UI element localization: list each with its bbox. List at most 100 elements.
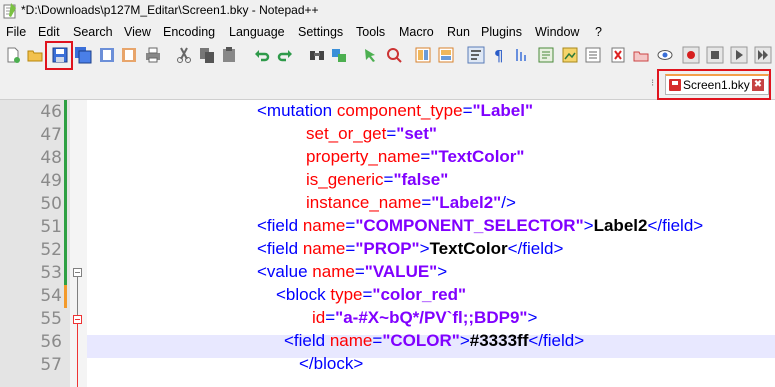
code-line[interactable]: <field name="PROP">TextColor</field>	[257, 239, 563, 259]
code-token-attr: instance_name	[306, 193, 422, 212]
code-line[interactable]: <field name="COMPONENT_SELECTOR">Label2<…	[257, 216, 703, 236]
line-number: 56	[40, 332, 62, 352]
code-line[interactable]: is_generic="false"	[306, 170, 448, 190]
play-macro-icon[interactable]	[730, 46, 748, 64]
toolbar: ¶	[0, 42, 775, 70]
word-wrap-icon[interactable]	[467, 46, 485, 64]
stop-macro-icon[interactable]	[706, 46, 724, 64]
code-token-sym: =	[362, 285, 373, 304]
fold-toggle-icon[interactable]	[73, 268, 82, 277]
code-token-txt: #3333ff	[469, 331, 529, 350]
menu-plugins[interactable]: Plugins	[481, 25, 522, 39]
sync-horizontal-icon[interactable]	[437, 46, 455, 64]
code-token-val: "PROP"	[355, 239, 420, 258]
zoom-in-icon[interactable]	[362, 46, 380, 64]
redo-icon[interactable]	[276, 46, 294, 64]
code-token-tag: </field>	[528, 331, 585, 350]
code-token-sym: =	[372, 331, 383, 350]
code-line[interactable]: set_or_get="set"	[306, 124, 437, 144]
code-token-sym: =	[420, 147, 431, 166]
play-macro-multiple-icon[interactable]	[754, 46, 772, 64]
language-icon[interactable]	[537, 46, 555, 64]
code-line[interactable]: </block>	[299, 354, 363, 374]
menu-file[interactable]: File	[6, 25, 26, 39]
code-line[interactable]: id="a-#X~bQ*/PV`fl;;BDP9">	[312, 308, 537, 328]
code-token-attr: type	[330, 285, 363, 304]
menu-run[interactable]: Run	[447, 25, 470, 39]
zoom-out-icon[interactable]	[385, 46, 403, 64]
code-token-tag: </field>	[647, 216, 704, 235]
code-token-sym: =	[421, 193, 432, 212]
line-number: 55	[40, 309, 62, 329]
indent-guide-icon[interactable]	[513, 46, 531, 64]
eye-icon[interactable]	[656, 46, 674, 64]
print-icon[interactable]	[144, 46, 162, 64]
code-token-attr: set_or_get	[306, 124, 387, 143]
menu-bar: File Edit Search View Encoding Language …	[0, 22, 775, 42]
menu-settings[interactable]: Settings	[298, 25, 343, 39]
undo-icon[interactable]	[253, 46, 271, 64]
close-all-icon[interactable]	[120, 46, 138, 64]
replace-icon[interactable]	[330, 46, 348, 64]
window-title: *D:\Downloads\p127M_Editar\Screen1.bky -…	[21, 3, 319, 17]
code-token-txt: TextColor	[429, 239, 508, 258]
menu-edit[interactable]: Edit	[38, 25, 60, 39]
unsaved-change-bar	[64, 285, 67, 308]
code-token-tag: >	[437, 262, 448, 281]
code-token-tag: <field	[284, 331, 330, 350]
monitoring-icon[interactable]	[632, 46, 650, 64]
menu-language[interactable]: Language	[229, 25, 285, 39]
save-all-icon[interactable]	[74, 46, 92, 64]
code-token-attr: id	[312, 308, 326, 327]
menu-encoding[interactable]: Encoding	[163, 25, 215, 39]
line-number: 47	[40, 125, 62, 145]
line-number: 48	[40, 148, 62, 168]
copy-icon[interactable]	[198, 46, 216, 64]
folder-as-workspace-icon[interactable]	[609, 46, 627, 64]
code-line[interactable]: <mutation component_type="Label"	[257, 101, 533, 121]
svg-text:¶: ¶	[494, 47, 504, 64]
code-line[interactable]: <value name="VALUE">	[257, 262, 447, 282]
code-token-val: "COMPONENT_SELECTOR"	[355, 216, 584, 235]
tab-scroll-icon[interactable]: ⁝	[651, 78, 654, 89]
code-token-sym: =	[386, 124, 397, 143]
fold-margin	[70, 100, 87, 387]
code-token-val: "Label"	[472, 101, 534, 120]
code-line[interactable]: <block type="color_red"	[276, 285, 466, 305]
code-line[interactable]: property_name="TextColor"	[306, 147, 524, 167]
code-token-tag: />	[501, 193, 516, 212]
code-token-val: "COLOR"	[382, 331, 460, 350]
close-icon[interactable]	[98, 46, 116, 64]
code-token-val: "false"	[393, 170, 449, 189]
open-file-icon[interactable]	[26, 46, 44, 64]
menu-help[interactable]: ?	[595, 25, 602, 39]
code-token-sym: =	[325, 308, 336, 327]
find-icon[interactable]	[308, 46, 326, 64]
code-token-attr: name	[329, 331, 373, 350]
doc-map-icon[interactable]	[561, 46, 579, 64]
show-all-chars-icon[interactable]: ¶	[490, 46, 508, 64]
code-token-sym: =	[345, 216, 356, 235]
menu-window[interactable]: Window	[535, 25, 579, 39]
menu-macro[interactable]: Macro	[399, 25, 434, 39]
code-token-val: "set"	[396, 124, 437, 143]
cut-icon[interactable]	[175, 46, 193, 64]
code-token-tag: >	[459, 331, 470, 350]
fold-line	[77, 277, 78, 315]
line-number-gutter: 46 47 48 49 50 51 52 53 54 55 56 57	[0, 100, 70, 387]
fold-toggle-icon[interactable]	[73, 315, 82, 324]
code-token-sym: =	[354, 262, 365, 281]
code-token-attr: is_generic	[306, 170, 384, 189]
code-line[interactable]: instance_name="Label2"/>	[306, 193, 516, 213]
record-macro-icon[interactable]	[682, 46, 700, 64]
code-token-tag: </field>	[507, 239, 564, 258]
menu-search[interactable]: Search	[73, 25, 113, 39]
code-token-val: "color_red"	[372, 285, 467, 304]
new-file-icon[interactable]	[4, 46, 22, 64]
sync-vertical-icon[interactable]	[414, 46, 432, 64]
code-line[interactable]: <field name="COLOR">#3333ff</field>	[284, 331, 584, 351]
menu-view[interactable]: View	[124, 25, 151, 39]
function-list-icon[interactable]	[584, 46, 602, 64]
paste-icon[interactable]	[220, 46, 238, 64]
menu-tools[interactable]: Tools	[356, 25, 385, 39]
